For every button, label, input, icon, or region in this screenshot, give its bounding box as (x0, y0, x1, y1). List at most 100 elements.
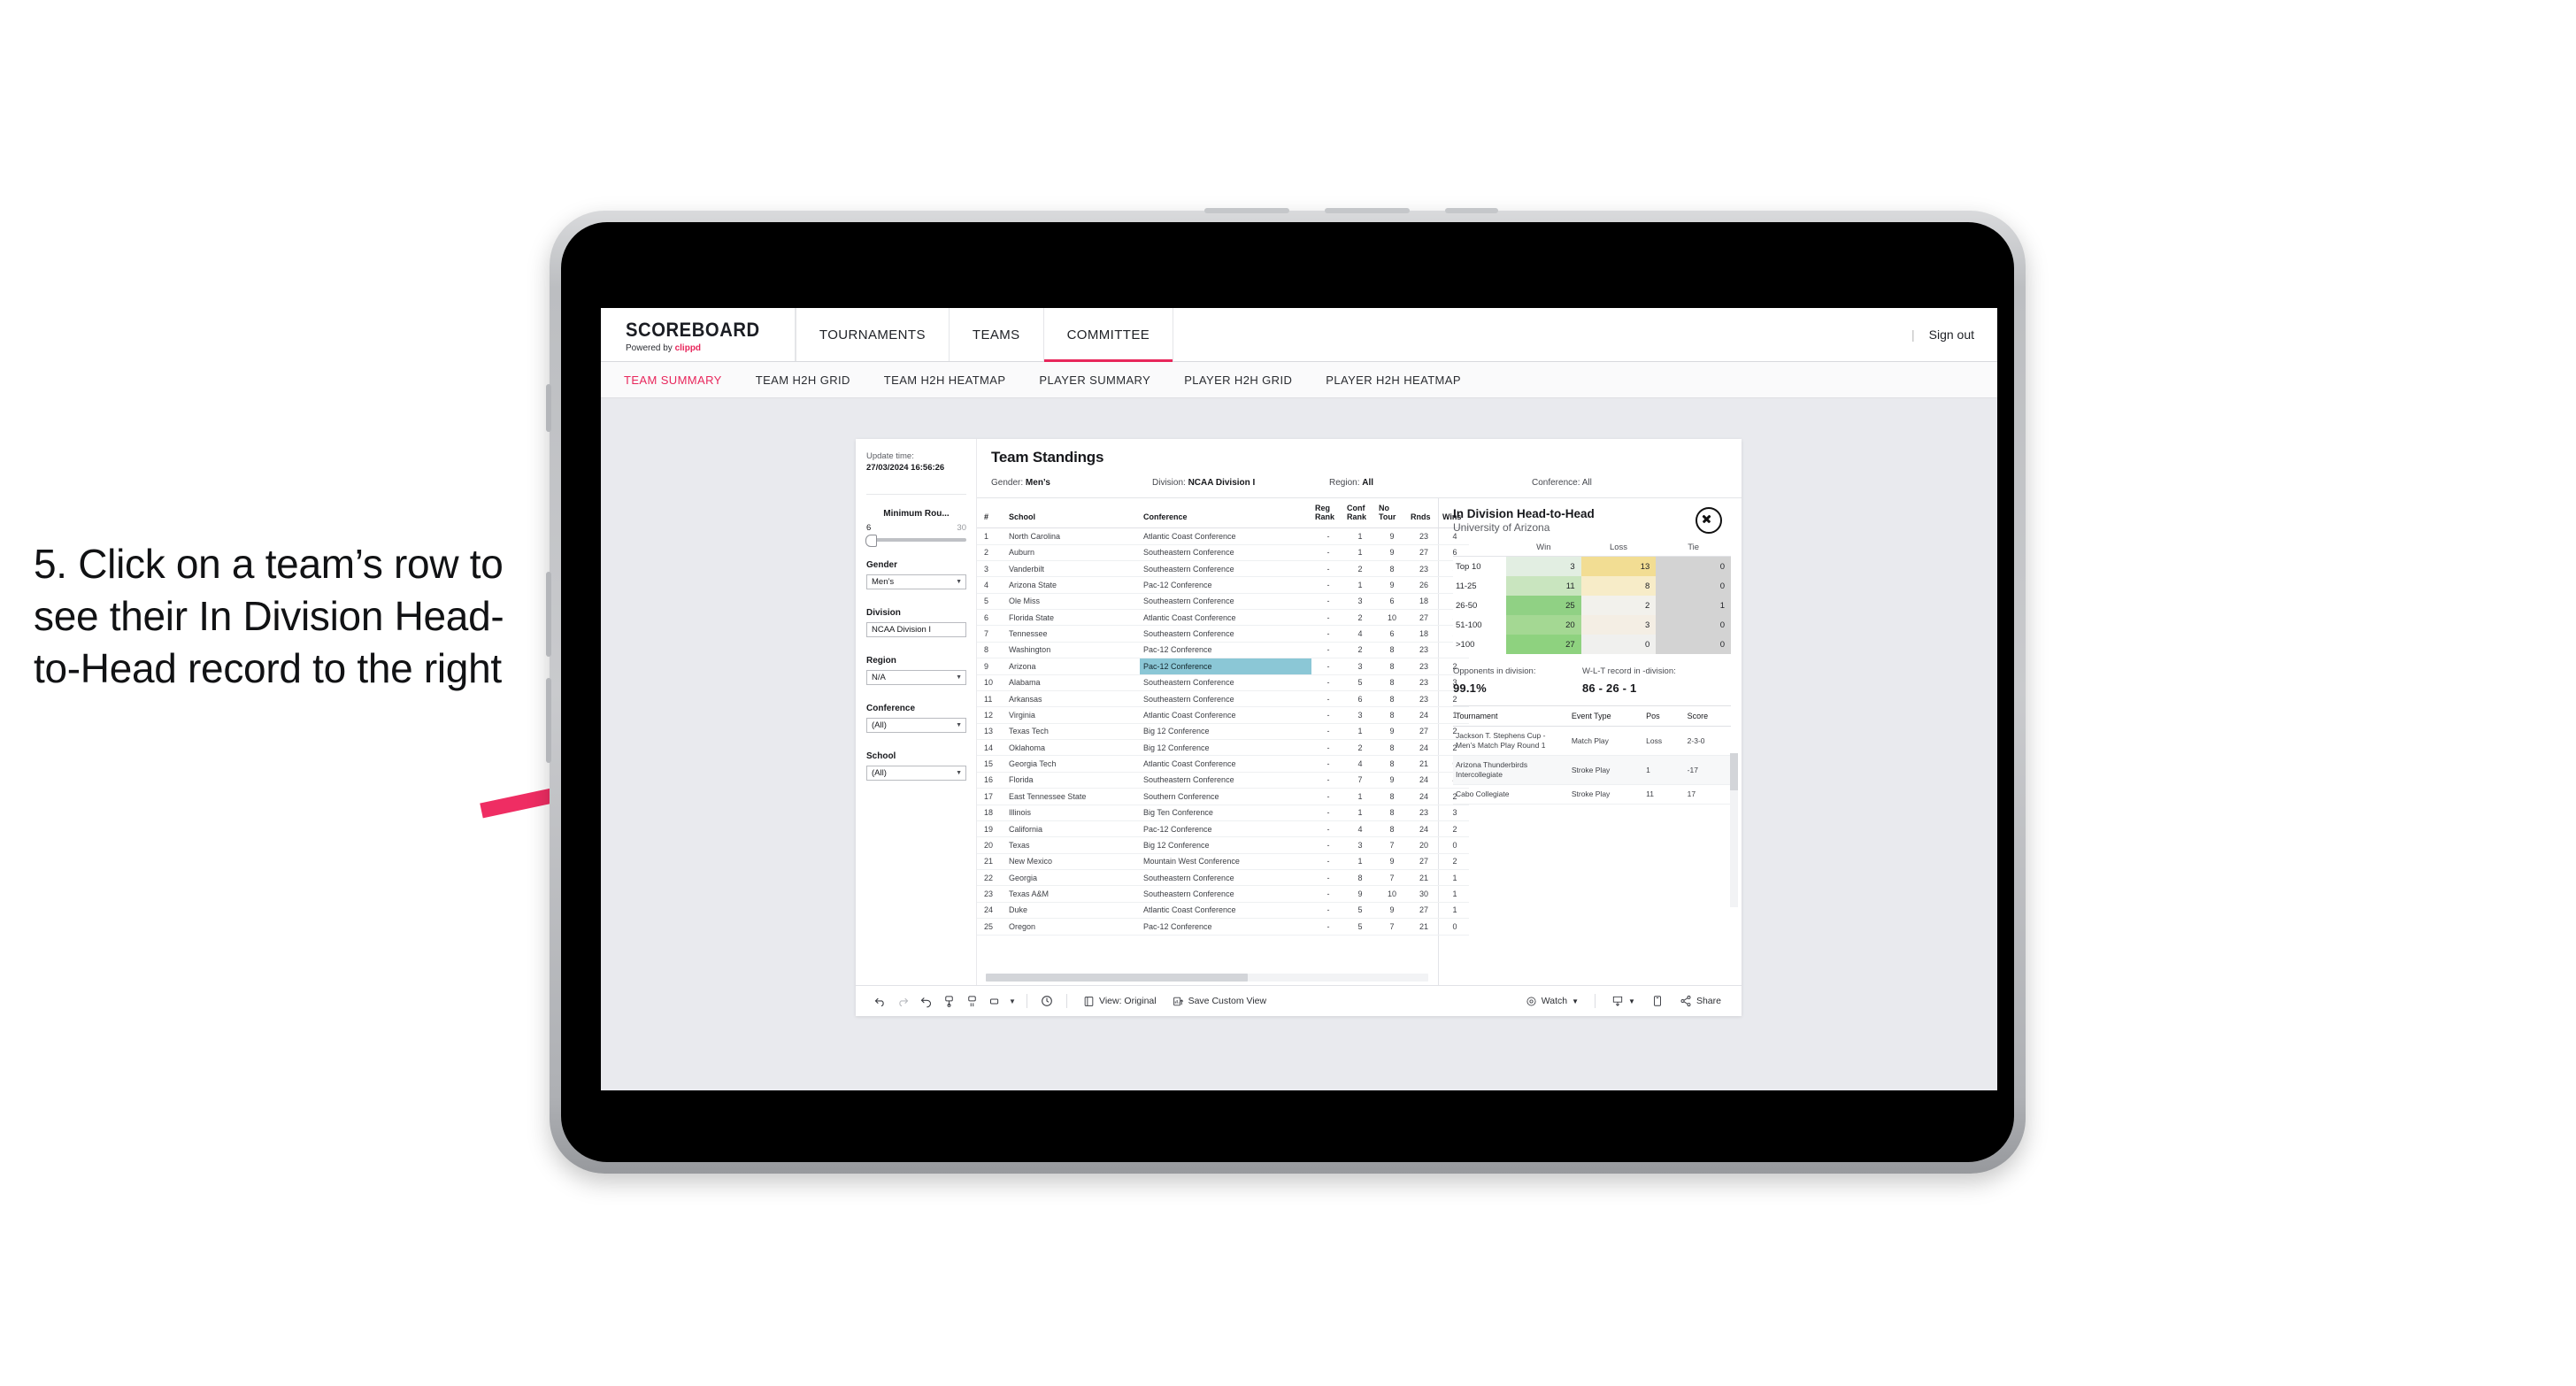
filter-minimum-rounds: Minimum Rou... 6 30 (865, 509, 966, 547)
table-row[interactable]: 11 Arkansas Southeastern Conference -6 8 23 2 (977, 690, 1469, 708)
share-button[interactable]: Share (1672, 995, 1729, 1007)
table-row[interactable]: 4Arizona StatePac-12 Conference-19261 (977, 576, 1469, 594)
col-reg-rank[interactable]: Reg Rank (1311, 498, 1343, 529)
slider-handle[interactable] (865, 534, 877, 547)
undo-icon[interactable] (868, 995, 891, 1008)
table-row[interactable]: 3VanderbiltSoutheastern Conference-28235 (977, 560, 1469, 578)
table-row[interactable]: 6 Florida State Atlantic Coast Conference -… (977, 609, 1469, 627)
cell-reg-rank: - (1311, 658, 1343, 675)
table-row[interactable]: 16FloridaSoutheastern Conference-79244 (977, 772, 1469, 789)
tournament-scrollbar-thumb[interactable] (1730, 753, 1738, 790)
refresh-data-icon[interactable] (937, 995, 960, 1008)
table-row[interactable]: 2 Auburn Southeastern Conference -1 9 27 6 (977, 544, 1469, 561)
cell-rnds: 27 (1407, 723, 1439, 741)
table-row[interactable]: 15 Georgia Tech Atlantic Coast Conference -… (977, 755, 1469, 773)
pause-auto-update-icon[interactable] (1035, 994, 1058, 1008)
col-event-type[interactable]: Event Type (1568, 705, 1644, 727)
col-conf-rank[interactable]: Conf Rank (1343, 498, 1375, 529)
close-icon[interactable] (1696, 507, 1722, 534)
horizontal-scrollbar-thumb[interactable] (986, 974, 1248, 982)
cell-rank: 15 (977, 755, 1005, 773)
filter-conference-select[interactable]: (All) ▼ (866, 717, 966, 733)
highlight-icon[interactable] (983, 995, 1006, 1008)
device-layout-button[interactable] (1643, 995, 1672, 1007)
cell-school: Arizona (1005, 658, 1140, 675)
highlight-dropdown-icon[interactable]: ▼ (1006, 997, 1019, 1005)
cell-conf-rank: 3 (1343, 658, 1375, 675)
tab-player-h2h-grid[interactable]: PLAYER H2H GRID (1184, 373, 1292, 387)
table-row[interactable]: 14 Oklahoma Big 12 Conference -2 8 24 2 (977, 739, 1469, 757)
revert-icon[interactable] (914, 995, 937, 1008)
table-row[interactable]: 9 Arizona Pac-12 Conference -3 8 23 2 (977, 658, 1469, 675)
table-row[interactable]: 1 North Carolina Atlantic Coast Conference… (977, 527, 1469, 545)
filter-division-select[interactable]: NCAA Division I (866, 621, 966, 637)
col-score[interactable]: Score (1684, 705, 1731, 727)
tournament-scrollbar-track[interactable] (1730, 753, 1738, 907)
table-row[interactable]: 8WashingtonPac-12 Conference-28231 (977, 642, 1469, 659)
cell-school: California (1005, 820, 1140, 838)
table-row[interactable]: 7TennesseeSoutheastern Conference-46182 (977, 625, 1469, 643)
table-row[interactable]: 5Ole MissSoutheastern Conference-36181 (977, 593, 1469, 611)
nav-item-teams[interactable]: TEAMS (950, 308, 1044, 361)
tab-player-h2h-heatmap[interactable]: PLAYER H2H HEATMAP (1326, 373, 1461, 387)
col-rank[interactable]: # (977, 498, 1005, 529)
app-logo[interactable]: SCOREBOARD Powered by clippd (601, 308, 796, 361)
col-no-tour[interactable]: No Tour (1375, 498, 1407, 529)
col-rnds[interactable]: Rnds (1407, 498, 1439, 529)
table-row[interactable]: 18 Illinois Big Ten Conference -1 8 23 3 (977, 805, 1469, 821)
h2h-cell-loss: 3 (1580, 615, 1657, 635)
cell-rank: 21 (977, 853, 1005, 871)
download-button[interactable]: ▼ (1603, 995, 1643, 1007)
h2h-row-label: 26-50 (1453, 596, 1506, 615)
tab-player-summary[interactable]: PLAYER SUMMARY (1039, 373, 1150, 387)
col-conference[interactable]: Conference (1140, 498, 1311, 529)
table-row[interactable]: 25 Oregon Pac-12 Conference -5 7 21 0 (977, 918, 1469, 936)
table-row[interactable]: 19 California Pac-12 Conference -4 8 24 2 (977, 820, 1469, 838)
col-school[interactable]: School (1005, 498, 1140, 529)
nav-item-tournaments[interactable]: TOURNAMENTS (795, 308, 950, 361)
cell-reg-rank: - (1311, 836, 1343, 854)
tab-team-summary[interactable]: TEAM SUMMARY (624, 373, 722, 387)
tournament-row[interactable]: Jackson T. Stephens Cup - Men’s Match Pl… (1453, 726, 1731, 757)
filter-region: Region N/A ▼ (866, 656, 966, 685)
table-row[interactable]: 22 Georgia Southeastern Conference -8 7 21 1 (977, 869, 1469, 887)
filter-region-select[interactable]: N/A ▼ (866, 669, 966, 685)
pause-updates-icon[interactable] (960, 995, 983, 1008)
filter-gender-select[interactable]: Men’s ▼ (866, 574, 966, 589)
table-row[interactable]: 13 Texas Tech Big 12 Conference -1 9 27 2 (977, 723, 1469, 741)
cell-conf-rank: 1 (1343, 723, 1375, 741)
table-row[interactable]: 24 Duke Atlantic Coast Conference -5 9 27 1 (977, 902, 1469, 920)
table-row[interactable]: 17 East Tennessee State Southern Conferenc… (977, 788, 1469, 805)
col-pos[interactable]: Pos (1643, 705, 1685, 727)
save-custom-view-button[interactable]: Save Custom View (1165, 996, 1275, 1007)
table-row[interactable]: 21 New Mexico Mountain West Conference -1 9 2… (977, 853, 1469, 871)
sign-out-link[interactable]: Sign out (1929, 327, 1974, 342)
cell-no-tour: 8 (1375, 820, 1407, 838)
cell-reg-rank: - (1311, 869, 1343, 887)
cell-no-tour: 8 (1375, 706, 1407, 724)
redo-icon[interactable] (891, 995, 914, 1008)
tournament-row[interactable]: Arizona Thunderbirds Intercollegiate Stro… (1453, 755, 1731, 786)
tab-team-h2h-heatmap[interactable]: TEAM H2H HEATMAP (884, 373, 1006, 387)
view-original-button[interactable]: View: Original (1075, 996, 1165, 1007)
col-tournament[interactable]: Tournament (1453, 705, 1569, 727)
table-row[interactable]: 12 Virginia Atlantic Coast Conference -3 8 24… (977, 706, 1469, 724)
cell-reg-rank: - (1311, 527, 1343, 545)
watch-button[interactable]: Watch ▼ (1518, 996, 1587, 1007)
nav-item-committee[interactable]: COMMITTEE (1043, 308, 1174, 362)
tab-team-h2h-grid[interactable]: TEAM H2H GRID (756, 373, 850, 387)
cell-school: New Mexico (1005, 853, 1140, 871)
table-row[interactable]: 20 Texas Big 12 Conference -3 7 20 0 (977, 836, 1469, 854)
share-label: Share (1696, 996, 1721, 1006)
table-row[interactable]: 23 Texas A&M Southeastern Conference -9 10 30… (977, 885, 1469, 903)
slider-range-values: 6 30 (866, 523, 966, 533)
table-row[interactable]: 10 Alabama Southeastern Conference -5 8 23 3 (977, 674, 1469, 691)
cell-conf-rank: 4 (1343, 755, 1375, 773)
head-to-head-panel: In Division Head-to-Head University of A… (1439, 498, 1742, 985)
tournament-row[interactable]: Cabo Collegiate Stroke Play 11 17 (1453, 784, 1731, 805)
filter-school-select[interactable]: (All) ▼ (866, 765, 966, 781)
slider-track[interactable] (865, 534, 966, 547)
cell-conf-rank: 5 (1343, 902, 1375, 920)
app-header: SCOREBOARD Powered by clippd TOURNAMENTS… (601, 308, 1997, 362)
h2h-cell-win: 25 (1506, 596, 1581, 615)
